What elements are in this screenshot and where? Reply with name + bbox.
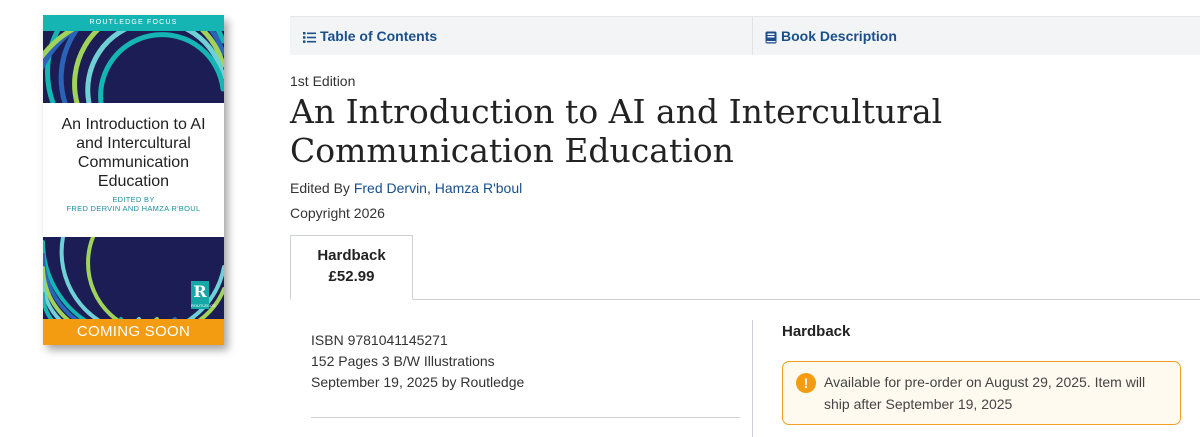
format-name: Hardback — [317, 247, 386, 264]
preorder-notice: ! Available for pre-order on August 29, … — [782, 361, 1181, 425]
editors-line: Edited By Fred Dervin, Hamza R'boul — [290, 180, 522, 196]
cover-bottom-art: R ROUTLEDGE — [43, 237, 224, 319]
logo-letter: R — [193, 282, 207, 301]
logo-text: ROUTLEDGE — [191, 303, 216, 308]
column-separator — [752, 320, 753, 437]
editor-link-hamza-rboul[interactable]: Hamza R'boul — [435, 180, 523, 196]
list-icon — [303, 31, 316, 43]
book-description-link[interactable]: Book Description — [765, 17, 897, 55]
pages-text: 152 Pages 3 B/W Illustrations — [311, 353, 495, 369]
cover-top-art: ROUTLEDGE FOCUS — [43, 15, 224, 103]
exclamation-icon: ! — [796, 373, 816, 393]
copyright-label: Copyright 2026 — [290, 205, 385, 221]
editor-separator: , — [426, 180, 431, 196]
table-of-contents-link[interactable]: Table of Contents — [303, 17, 437, 55]
cover-editors: EDITED BY FRED DERVIN AND HAMZA R'BOUL — [43, 195, 224, 213]
edited-by-label: Edited By — [290, 180, 350, 196]
cover-title-panel: An Introduction to AI and Intercultural … — [43, 103, 224, 237]
format-tab-baseline — [290, 299, 1200, 300]
cover-editors-label: EDITED BY — [112, 195, 155, 204]
book-icon — [765, 31, 777, 44]
nav-divider — [752, 17, 753, 55]
cover-series-label: ROUTLEDGE FOCUS — [43, 15, 224, 31]
availability-heading: Hardback — [782, 323, 851, 340]
coming-soon-banner: COMING SOON — [43, 319, 224, 345]
book-description-label: Book Description — [781, 28, 897, 44]
cover-arc-pattern — [43, 31, 224, 103]
format-price: £52.99 — [328, 268, 375, 285]
routledge-logo: R ROUTLEDGE — [191, 281, 216, 309]
isbn-text: ISBN 9781041145271 — [311, 332, 448, 348]
table-of-contents-label: Table of Contents — [320, 28, 438, 44]
cover-title: An Introduction to AI and Intercultural … — [61, 116, 206, 190]
publication-text: September 19, 2025 by Routledge — [311, 374, 525, 390]
book-title: An Introduction to AI and Intercultural … — [290, 92, 943, 170]
edition-label: 1st Edition — [290, 73, 356, 89]
book-details: ISBN 9781041145271 152 Pages 3 B/W Illus… — [311, 330, 524, 393]
format-tab-hardback[interactable]: Hardback £52.99 — [290, 235, 413, 300]
cover-editors-names: FRED DERVIN AND HAMZA R'BOUL — [66, 204, 201, 213]
details-divider — [311, 417, 740, 418]
book-nav-bar: Table of Contents Book Description — [290, 16, 1200, 55]
editor-link-fred-dervin[interactable]: Fred Dervin — [354, 180, 427, 196]
preorder-message: Available for pre-order on August 29, 20… — [824, 374, 1146, 412]
book-cover[interactable]: ROUTLEDGE FOCUS An Introduction to AI an… — [43, 15, 224, 345]
